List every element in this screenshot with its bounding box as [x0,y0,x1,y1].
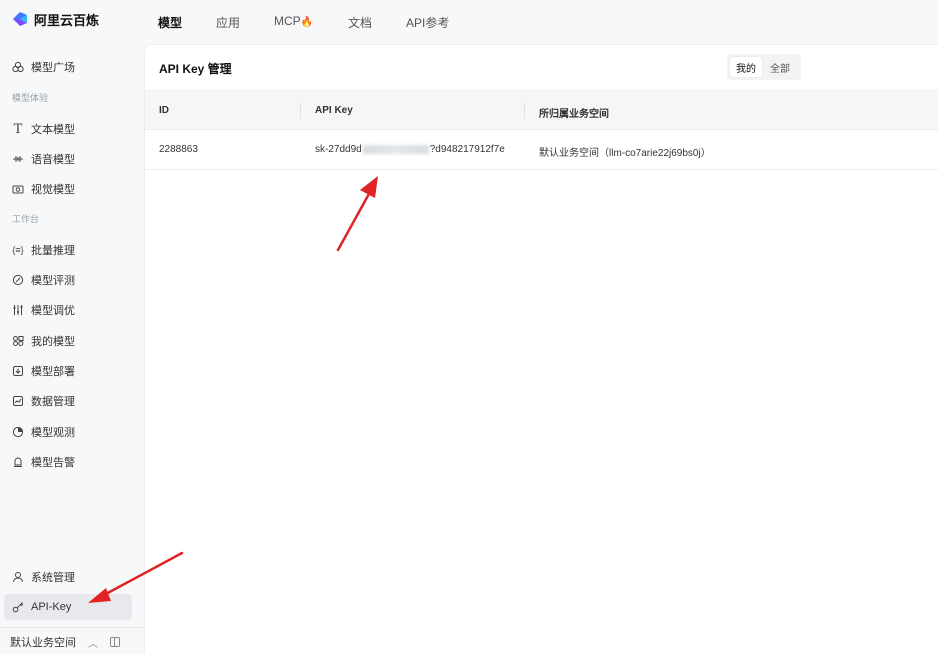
filter-all[interactable]: 全部 [764,57,796,77]
column-divider[interactable] [300,103,301,119]
chart-line-icon [12,395,24,407]
sidebar-item-label: 模型观测 [31,427,75,439]
fire-icon: 🔥 [300,17,314,28]
workspace-name: 默认业务空间 [10,637,76,649]
tab-model[interactable]: 模型 [158,14,182,31]
bailian-logo-icon [13,12,27,26]
sidebar-item-model-alert[interactable]: 模型告警 [4,449,132,475]
main-panel: API Key 管理 我的 全部 ID API Key 所归属业务空间 2288… [144,44,938,654]
cell-workspace: 默认业务空间（llm-co7arie22j69bs0j） [539,148,711,159]
filter-mine[interactable]: 我的 [730,57,762,77]
sidebar-item-model-deploy[interactable]: 模型部署 [4,358,132,384]
sidebar-item-speech-model[interactable]: 语音模型 [4,146,132,172]
sidebar-item-label: 文本模型 [31,124,75,136]
sidebar-item-data-manage[interactable]: 数据管理 [4,388,132,414]
ownership-filter: 我的 全部 [727,54,801,80]
sidebar-item-model-tuning[interactable]: 模型调优 [4,297,132,323]
cell-api-key[interactable]: sk-27dd9d ?d948217912f7e [315,144,505,155]
tab-app[interactable]: 应用 [216,14,240,31]
sidebar: 阿里云百炼 模型广场 模型体验 T 文本模型 语音模型 视觉模型 工作台 {≡}… [0,0,144,654]
sidebar-item-my-models[interactable]: 我的模型 [4,328,132,354]
sliders-icon [12,304,24,316]
sidebar-item-label: 模型告警 [31,457,75,469]
section-label-experience: 模型体验 [12,93,49,103]
camera-icon [12,183,24,195]
sidebar-item-label: 批量推理 [31,245,75,257]
key-icon [12,601,24,613]
column-header-id: ID [159,105,169,116]
sidebar-item-label: 视觉模型 [31,184,75,196]
api-key-suffix: ?d948217912f7e [429,144,505,155]
tab-api-reference[interactable]: API参考 [406,14,449,31]
table-header: ID API Key 所归属业务空间 [145,90,938,130]
column-divider[interactable] [524,103,525,119]
gauge-icon [12,274,24,286]
sidebar-item-text-model[interactable]: T 文本模型 [4,116,132,142]
sidebar-item-batch-inference[interactable]: {≡} 批量推理 [4,237,132,263]
user-icon [12,571,24,583]
pie-icon [12,426,24,438]
braces-icon: {≡} [12,245,24,255]
plaza-icon [12,61,24,73]
sidebar-item-label: 数据管理 [31,396,75,408]
waveform-icon [12,153,24,165]
masked-key-segment [362,144,429,154]
workspace-switcher[interactable]: 默认业务空间 ︿ [0,630,144,654]
column-header-api-key: API Key [315,105,353,116]
sidebar-item-api-key[interactable]: API-Key [4,594,132,620]
sidebar-item-model-eval[interactable]: 模型评测 [4,267,132,293]
section-label-workbench: 工作台 [12,214,40,224]
tab-mcp[interactable]: MCP🔥 [274,14,313,28]
column-header-workspace: 所归属业务空间 [539,109,609,120]
sidebar-item-label: 系统管理 [31,572,75,584]
text-icon: T [13,121,23,137]
sidebar-item-label: 模型调优 [31,305,75,317]
tab-mcp-label: MCP [274,14,301,28]
tab-docs[interactable]: 文档 [348,14,372,31]
sidebar-item-model-observe[interactable]: 模型观测 [4,419,132,445]
sidebar-item-label: API-Key [31,601,72,613]
sidebar-item-label: 模型广场 [31,62,75,74]
sidebar-item-label: 我的模型 [31,336,75,348]
collapse-sidebar-icon[interactable] [110,637,120,647]
chevron-up-icon[interactable]: ︿ [88,635,98,650]
sidebar-item-label: 模型评测 [31,275,75,287]
deploy-icon [12,365,24,377]
alert-bell-icon [12,456,24,468]
sidebar-divider [0,627,144,628]
top-navigation: 模型 应用 MCP🔥 文档 API参考 [144,0,938,44]
table-row[interactable]: 2288863 sk-27dd9d ?d948217912f7e 默认业务空间（l… [145,130,938,170]
sidebar-item-model-plaza[interactable]: 模型广场 [4,54,132,80]
cell-id: 2288863 [159,144,198,155]
grid-icon [12,335,24,347]
api-key-prefix: sk-27dd9d [315,144,362,155]
page-title: API Key 管理 [159,62,232,76]
sidebar-item-label: 语音模型 [31,154,75,166]
sidebar-item-system-manage[interactable]: 系统管理 [4,564,132,590]
sidebar-item-vision-model[interactable]: 视觉模型 [4,176,132,202]
brand-logo[interactable]: 阿里云百炼 [12,9,99,29]
brand-name: 阿里云百炼 [34,12,100,28]
sidebar-item-label: 模型部署 [31,366,75,378]
